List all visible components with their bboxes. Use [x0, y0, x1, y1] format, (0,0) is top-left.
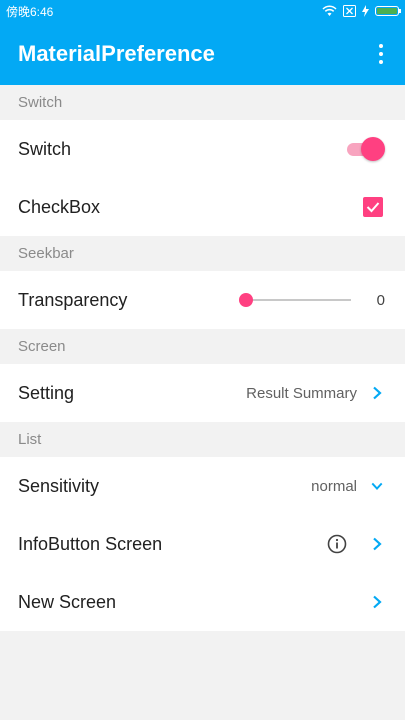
switch-preference[interactable]: Switch [0, 120, 405, 178]
chevron-right-icon [371, 537, 383, 551]
new-screen-title: New Screen [18, 591, 117, 612]
switch-title: Switch [18, 138, 72, 159]
no-sim-icon [343, 5, 356, 17]
seekbar-preference: Transparency 0 [0, 271, 405, 329]
checkbox-title: CheckBox [18, 196, 101, 217]
checkbox[interactable] [363, 197, 383, 217]
app-title: MaterialPreference [18, 40, 215, 66]
app-bar: MaterialPreference [0, 22, 405, 85]
setting-summary: Result Summary [246, 384, 357, 402]
check-icon [366, 202, 380, 213]
category-switch: Switch [0, 85, 405, 120]
status-time: 傍晚6:46 [6, 4, 54, 19]
transparency-title: Transparency [18, 289, 128, 310]
infobutton-screen-preference[interactable]: InfoButton Screen [0, 515, 405, 573]
chevron-right-icon [371, 595, 383, 609]
overflow-menu-icon[interactable] [373, 38, 389, 70]
battery-icon [375, 6, 401, 16]
wifi-icon [322, 5, 337, 16]
setting-preference[interactable]: Setting Result Summary [0, 364, 405, 422]
sensitivity-summary: normal [311, 477, 357, 495]
infobutton-title: InfoButton Screen [18, 533, 163, 554]
sensitivity-title: Sensitivity [18, 475, 100, 496]
new-screen-preference[interactable]: New Screen [0, 573, 405, 631]
seekbar-value: 0 [376, 291, 385, 309]
status-bar: 傍晚6:46 [0, 0, 405, 22]
status-icons [322, 5, 401, 17]
sensitivity-preference[interactable]: Sensitivity normal [0, 457, 405, 515]
info-icon[interactable] [327, 534, 347, 554]
chevron-down-icon [371, 479, 383, 493]
charging-icon [362, 5, 369, 17]
setting-title: Setting [18, 382, 75, 403]
transparency-seekbar[interactable] [239, 293, 351, 307]
seekbar-thumb[interactable] [239, 293, 253, 307]
category-screen: Screen [0, 329, 405, 364]
chevron-right-icon [371, 386, 383, 400]
preference-list: Switch Switch CheckBox Seekbar Transpare… [0, 85, 405, 631]
toggle-switch[interactable] [347, 137, 385, 161]
checkbox-preference[interactable]: CheckBox [0, 178, 405, 236]
category-seekbar: Seekbar [0, 236, 405, 271]
category-list: List [0, 422, 405, 457]
